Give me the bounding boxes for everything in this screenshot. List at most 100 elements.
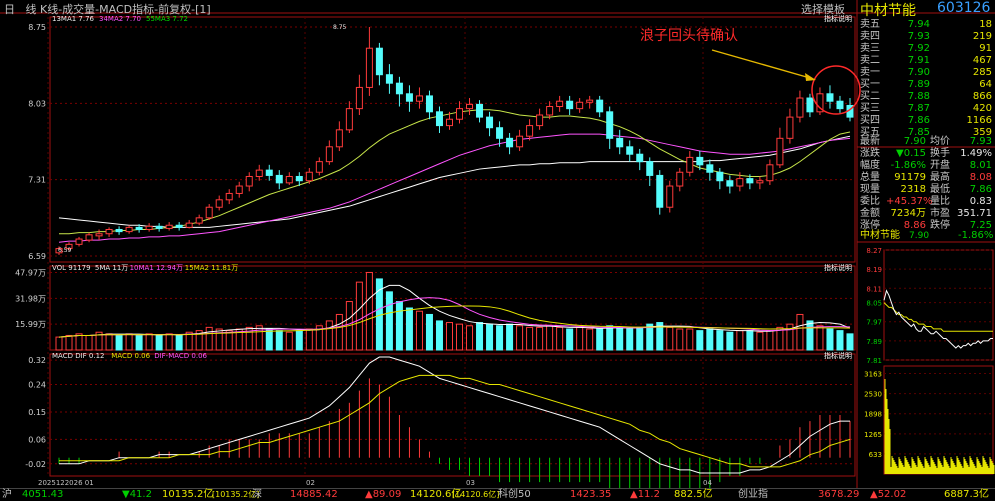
stat-row: 涨停 8.86 跌停 7.25 <box>860 220 994 232</box>
candle-body <box>145 225 153 230</box>
period-line-tab[interactable]: 线 <box>26 3 37 16</box>
candle-body <box>335 129 343 148</box>
candle-body <box>806 97 814 113</box>
stat-label: 委比 <box>860 196 880 207</box>
stat-label: 最低 <box>930 184 950 195</box>
candle-body <box>656 174 664 208</box>
stat-value: 7.86 <box>969 184 992 195</box>
stat-label: 涨跌 <box>860 148 880 159</box>
volume-bar <box>145 333 153 351</box>
candle-body <box>185 222 193 228</box>
candle-body <box>686 156 694 173</box>
candle-body <box>245 175 253 187</box>
candlesticks <box>55 27 854 255</box>
volume-bar <box>285 331 293 351</box>
mini-volume-tick: 3163 <box>864 371 882 379</box>
stat-value: 2318 <box>900 184 926 195</box>
sz-change: ▲89.09 <box>365 489 402 500</box>
candle-body <box>275 174 283 184</box>
volume-bar <box>506 323 514 351</box>
volume-bar <box>155 334 163 351</box>
legend-item: 5MA 11万 <box>95 264 128 272</box>
candle-body <box>115 228 123 233</box>
candle-body <box>796 97 804 118</box>
volume-bar <box>546 325 554 351</box>
legend-item: DIF-MACD 0.06 <box>154 352 207 360</box>
volume-bar <box>385 291 393 351</box>
candle-body <box>255 169 263 177</box>
stat-label: 现量 <box>860 184 880 195</box>
macd-indicator-button[interactable]: 指标说明 <box>824 351 852 360</box>
volume-bar <box>476 322 484 351</box>
candle-body <box>425 95 433 113</box>
legend-item: MACD DIF 0.12 <box>52 352 105 360</box>
candle-body <box>766 164 774 182</box>
volume-bar <box>335 313 343 351</box>
stat-row: 现量 2318 最低 7.86 <box>860 184 994 196</box>
macd-dea-line <box>59 374 851 468</box>
price-tick-label: 8.03 <box>28 99 46 108</box>
candle-body <box>225 192 233 201</box>
stat-value: +45.37% <box>886 196 933 207</box>
period-day-tab[interactable]: 日 <box>4 3 15 16</box>
bid-row-1: 买一 7.89 64 <box>860 79 992 90</box>
volume-bar <box>305 328 313 351</box>
volume-bar <box>556 326 564 351</box>
grid-lines <box>47 17 855 476</box>
high-price-marker: 8.75 <box>333 24 347 31</box>
candle-body <box>606 111 614 139</box>
select-template-button[interactable]: 选择模板 <box>801 1 845 17</box>
candle-body <box>375 47 383 76</box>
mini-price-tick: 8.19 <box>866 266 882 274</box>
volume-bar <box>806 320 814 351</box>
volume-bar <box>726 331 734 351</box>
candle-body <box>355 86 363 110</box>
mini-price-tick: 7.81 <box>866 357 882 365</box>
mini-price-frame <box>883 249 994 361</box>
candle-body <box>215 199 223 208</box>
stock-name: 中材节能 <box>860 3 916 19</box>
volume-bar <box>175 334 183 351</box>
candle-body <box>706 164 714 173</box>
cy-amount: 882.5亿 <box>674 489 713 500</box>
volume-bar <box>445 322 453 351</box>
candle-body <box>265 169 273 176</box>
chart-canvas: 8.27 8.19 8.11 8.05 7.97 7.89 7.81 3163 2530 1898… <box>0 0 995 488</box>
candle-body <box>546 106 554 116</box>
volume-bar <box>275 330 283 351</box>
stat-label: 幅度 <box>860 160 880 171</box>
candle-body <box>496 127 504 139</box>
chart-title: K线-成交量-MACD指标-前复权-[1] <box>40 3 211 16</box>
macd-tick-label: 0.15 <box>28 408 46 417</box>
volume-bar <box>706 328 714 351</box>
volume-bar <box>566 328 574 351</box>
sh-label: 沪 <box>2 489 12 500</box>
stat-value: ▼0.15 <box>896 148 926 159</box>
mini-price-tick: 7.89 <box>866 338 882 346</box>
volume-bar <box>435 320 443 351</box>
candle-body <box>696 156 704 166</box>
stat-label: 最高 <box>930 172 950 183</box>
mini-price-tick: 8.27 <box>866 247 882 255</box>
stat-label: 市盈 <box>930 208 950 219</box>
volume-indicator-button[interactable]: 指标说明 <box>824 263 852 272</box>
volume-bars <box>55 271 854 351</box>
candle-body <box>826 93 834 102</box>
candle-body <box>315 161 323 173</box>
candle-body <box>746 178 754 184</box>
candle-body <box>626 146 634 155</box>
volume-bar <box>836 330 844 351</box>
stat-label: 跌停 <box>930 220 950 231</box>
candle-body <box>295 175 303 182</box>
annotation-arrow <box>711 49 811 79</box>
sh-value: 4051.43 <box>22 489 64 500</box>
annotation-arrowhead <box>805 73 816 81</box>
candle-body <box>445 118 453 127</box>
volume-bar <box>135 334 143 351</box>
candle-body <box>235 185 243 194</box>
candle-body <box>125 226 133 233</box>
volume-bar <box>65 334 73 351</box>
sz-label: 深 <box>252 489 262 500</box>
volume-bar <box>115 334 123 351</box>
candle-body <box>586 99 594 103</box>
